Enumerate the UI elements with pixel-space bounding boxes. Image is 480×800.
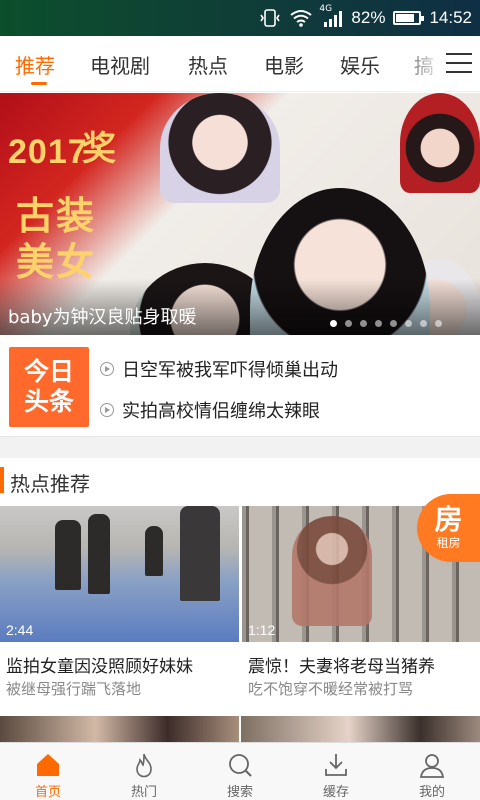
rental-floating-badge[interactable]: 房 租房 — [417, 494, 480, 562]
clock: 14:52 — [429, 8, 472, 27]
carousel-dot[interactable] — [435, 320, 442, 327]
video-subtitle: 吃不饱穿不暖经常被打骂 — [248, 680, 414, 698]
nav-profile[interactable]: 我的 — [384, 743, 480, 800]
thumb-figure — [88, 514, 110, 594]
headline-item[interactable]: 日空军被我军吓得倾巢出动 — [100, 356, 338, 382]
wifi-icon — [289, 6, 313, 30]
play-icon — [100, 403, 114, 417]
carousel-dot[interactable] — [360, 320, 367, 327]
thumb-figure — [55, 520, 81, 590]
nav-search[interactable]: 搜索 — [192, 743, 288, 800]
carousel-dot[interactable] — [420, 320, 427, 327]
banner-portrait — [400, 93, 480, 193]
battery-percent: 82% — [351, 8, 386, 27]
flame-icon — [130, 751, 158, 778]
signal-icon: 4G — [319, 4, 343, 30]
active-tab-indicator — [31, 82, 47, 85]
carousel-dot[interactable] — [330, 320, 337, 327]
logo-line2: 头条 — [23, 387, 74, 416]
nav-label: 热门 — [130, 785, 157, 800]
banner-caption[interactable]: baby为钟汉良贴身取暖 — [8, 303, 197, 329]
nav-trending[interactable]: 热门 — [96, 743, 192, 800]
video-card[interactable]: 2:44 监拍女童因没照顾好妹妹 被继母强行踹飞落地 — [0, 506, 240, 712]
headline-text: 日空军被我军吓得倾巢出动 — [122, 360, 338, 381]
carousel-dot[interactable] — [405, 320, 412, 327]
tab-entertainment[interactable]: 娱乐 — [340, 50, 380, 79]
thumb-figure — [292, 516, 372, 626]
featured-banner[interactable]: 2017 奖 古装 美女 — [0, 93, 480, 335]
headline-text: 实拍高校情侣缠绵太辣眼 — [122, 401, 320, 422]
toutiao-logo[interactable]: 今日 头条 — [9, 347, 89, 427]
video-title: 震惊！夫妻将老母当猪养 — [248, 657, 435, 677]
nav-label: 缓存 — [322, 785, 349, 800]
search-icon — [226, 751, 254, 778]
video-title: 监拍女童因没照顾好妹妹 — [6, 657, 193, 677]
section-divider — [0, 436, 480, 458]
nav-label: 我的 — [418, 785, 445, 800]
badge-main-text: 房 — [434, 503, 463, 536]
tab-fade — [394, 36, 444, 92]
nav-home[interactable]: 首页 — [0, 743, 96, 800]
banner-portrait — [160, 93, 280, 203]
carousel-dots — [330, 320, 442, 327]
nav-label: 首页 — [34, 785, 61, 800]
video-thumbnail — [0, 506, 239, 642]
status-bar: 4G 82% 14:52 — [0, 0, 480, 36]
battery-icon — [393, 11, 425, 25]
carousel-dot[interactable] — [375, 320, 382, 327]
section-title: 热点推荐 — [10, 472, 90, 496]
tab-movies[interactable]: 电影 — [264, 50, 304, 79]
menu-icon[interactable] — [446, 50, 472, 76]
banner-year: 2017 — [8, 133, 88, 171]
play-icon — [100, 362, 114, 376]
video-card-peek[interactable] — [0, 716, 239, 744]
download-icon — [322, 751, 350, 778]
headline-item[interactable]: 实拍高校情侣缠绵太辣眼 — [100, 397, 320, 423]
nav-cache[interactable]: 缓存 — [288, 743, 384, 800]
video-card-peek[interactable] — [241, 716, 480, 744]
tab-tv-series[interactable]: 电视剧 — [90, 50, 150, 79]
carousel-dot[interactable] — [390, 320, 397, 327]
banner-prize: 奖 — [82, 129, 116, 169]
carousel-dot[interactable] — [345, 320, 352, 327]
tab-recommend[interactable]: 推荐 — [15, 50, 55, 79]
video-subtitle: 被继母强行踹飞落地 — [6, 680, 142, 698]
tab-hot[interactable]: 热点 — [188, 50, 228, 79]
thumb-figure — [180, 506, 220, 601]
vibrate-icon — [259, 6, 281, 30]
home-icon — [34, 751, 62, 778]
logo-line1: 今日 — [23, 357, 74, 386]
section-accent-bar — [0, 467, 4, 493]
category-tab-bar: 推荐 电视剧 热点 电影 娱乐 搞 — [0, 36, 480, 92]
banner-title-line2: 美女 — [16, 240, 97, 284]
video-duration: 1:12 — [248, 622, 276, 638]
user-icon — [418, 751, 446, 778]
bottom-navigation: 首页 热门 搜索 缓存 我的 — [0, 742, 480, 800]
battery-fill — [396, 14, 415, 22]
network-type: 4G — [319, 4, 333, 14]
thumb-figure — [145, 526, 163, 576]
video-duration: 2:44 — [6, 622, 34, 638]
section-header: 热点推荐 — [0, 460, 480, 504]
nav-label: 搜索 — [226, 785, 253, 800]
badge-sub-text: 租房 — [436, 536, 461, 550]
